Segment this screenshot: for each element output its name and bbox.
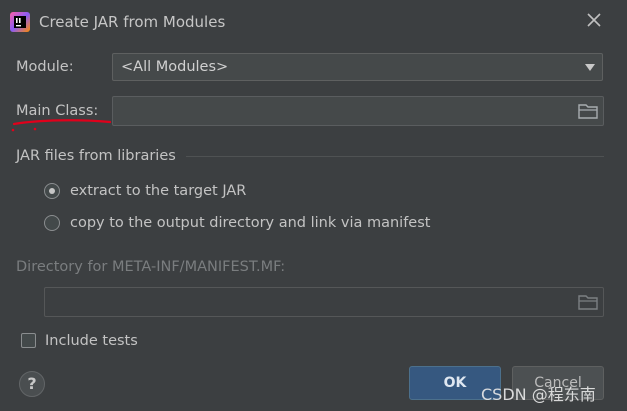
red-underline-annotation	[11, 119, 112, 132]
section-divider	[186, 156, 604, 157]
module-select[interactable]: <All Modules>	[112, 53, 603, 81]
help-button[interactable]: ?	[19, 371, 45, 397]
radio-extract[interactable]	[44, 183, 60, 199]
chevron-down-icon	[585, 64, 595, 71]
jar-section-title: JAR files from libraries	[16, 148, 176, 164]
module-select-value: <All Modules>	[121, 59, 229, 75]
radio-selected-dot	[49, 188, 55, 194]
dialog-title: Create JAR from Modules	[39, 13, 226, 31]
include-tests-label[interactable]: Include tests	[45, 333, 138, 349]
folder-icon[interactable]	[578, 103, 598, 119]
radio-copy[interactable]	[44, 215, 60, 231]
manifest-input[interactable]	[44, 287, 604, 317]
close-icon[interactable]	[585, 11, 603, 29]
radio-copy-label[interactable]: copy to the output directory and link vi…	[70, 215, 430, 231]
folder-icon[interactable]	[578, 294, 598, 310]
include-tests-checkbox[interactable]	[21, 333, 36, 348]
csdn-watermark: CSDN @程东南	[481, 385, 596, 404]
main-class-input[interactable]	[112, 96, 604, 126]
radio-extract-label[interactable]: extract to the target JAR	[70, 183, 246, 199]
module-label: Module:	[16, 59, 74, 75]
manifest-label: Directory for META-INF/MANIFEST.MF:	[16, 259, 286, 275]
intellij-icon	[10, 12, 30, 32]
